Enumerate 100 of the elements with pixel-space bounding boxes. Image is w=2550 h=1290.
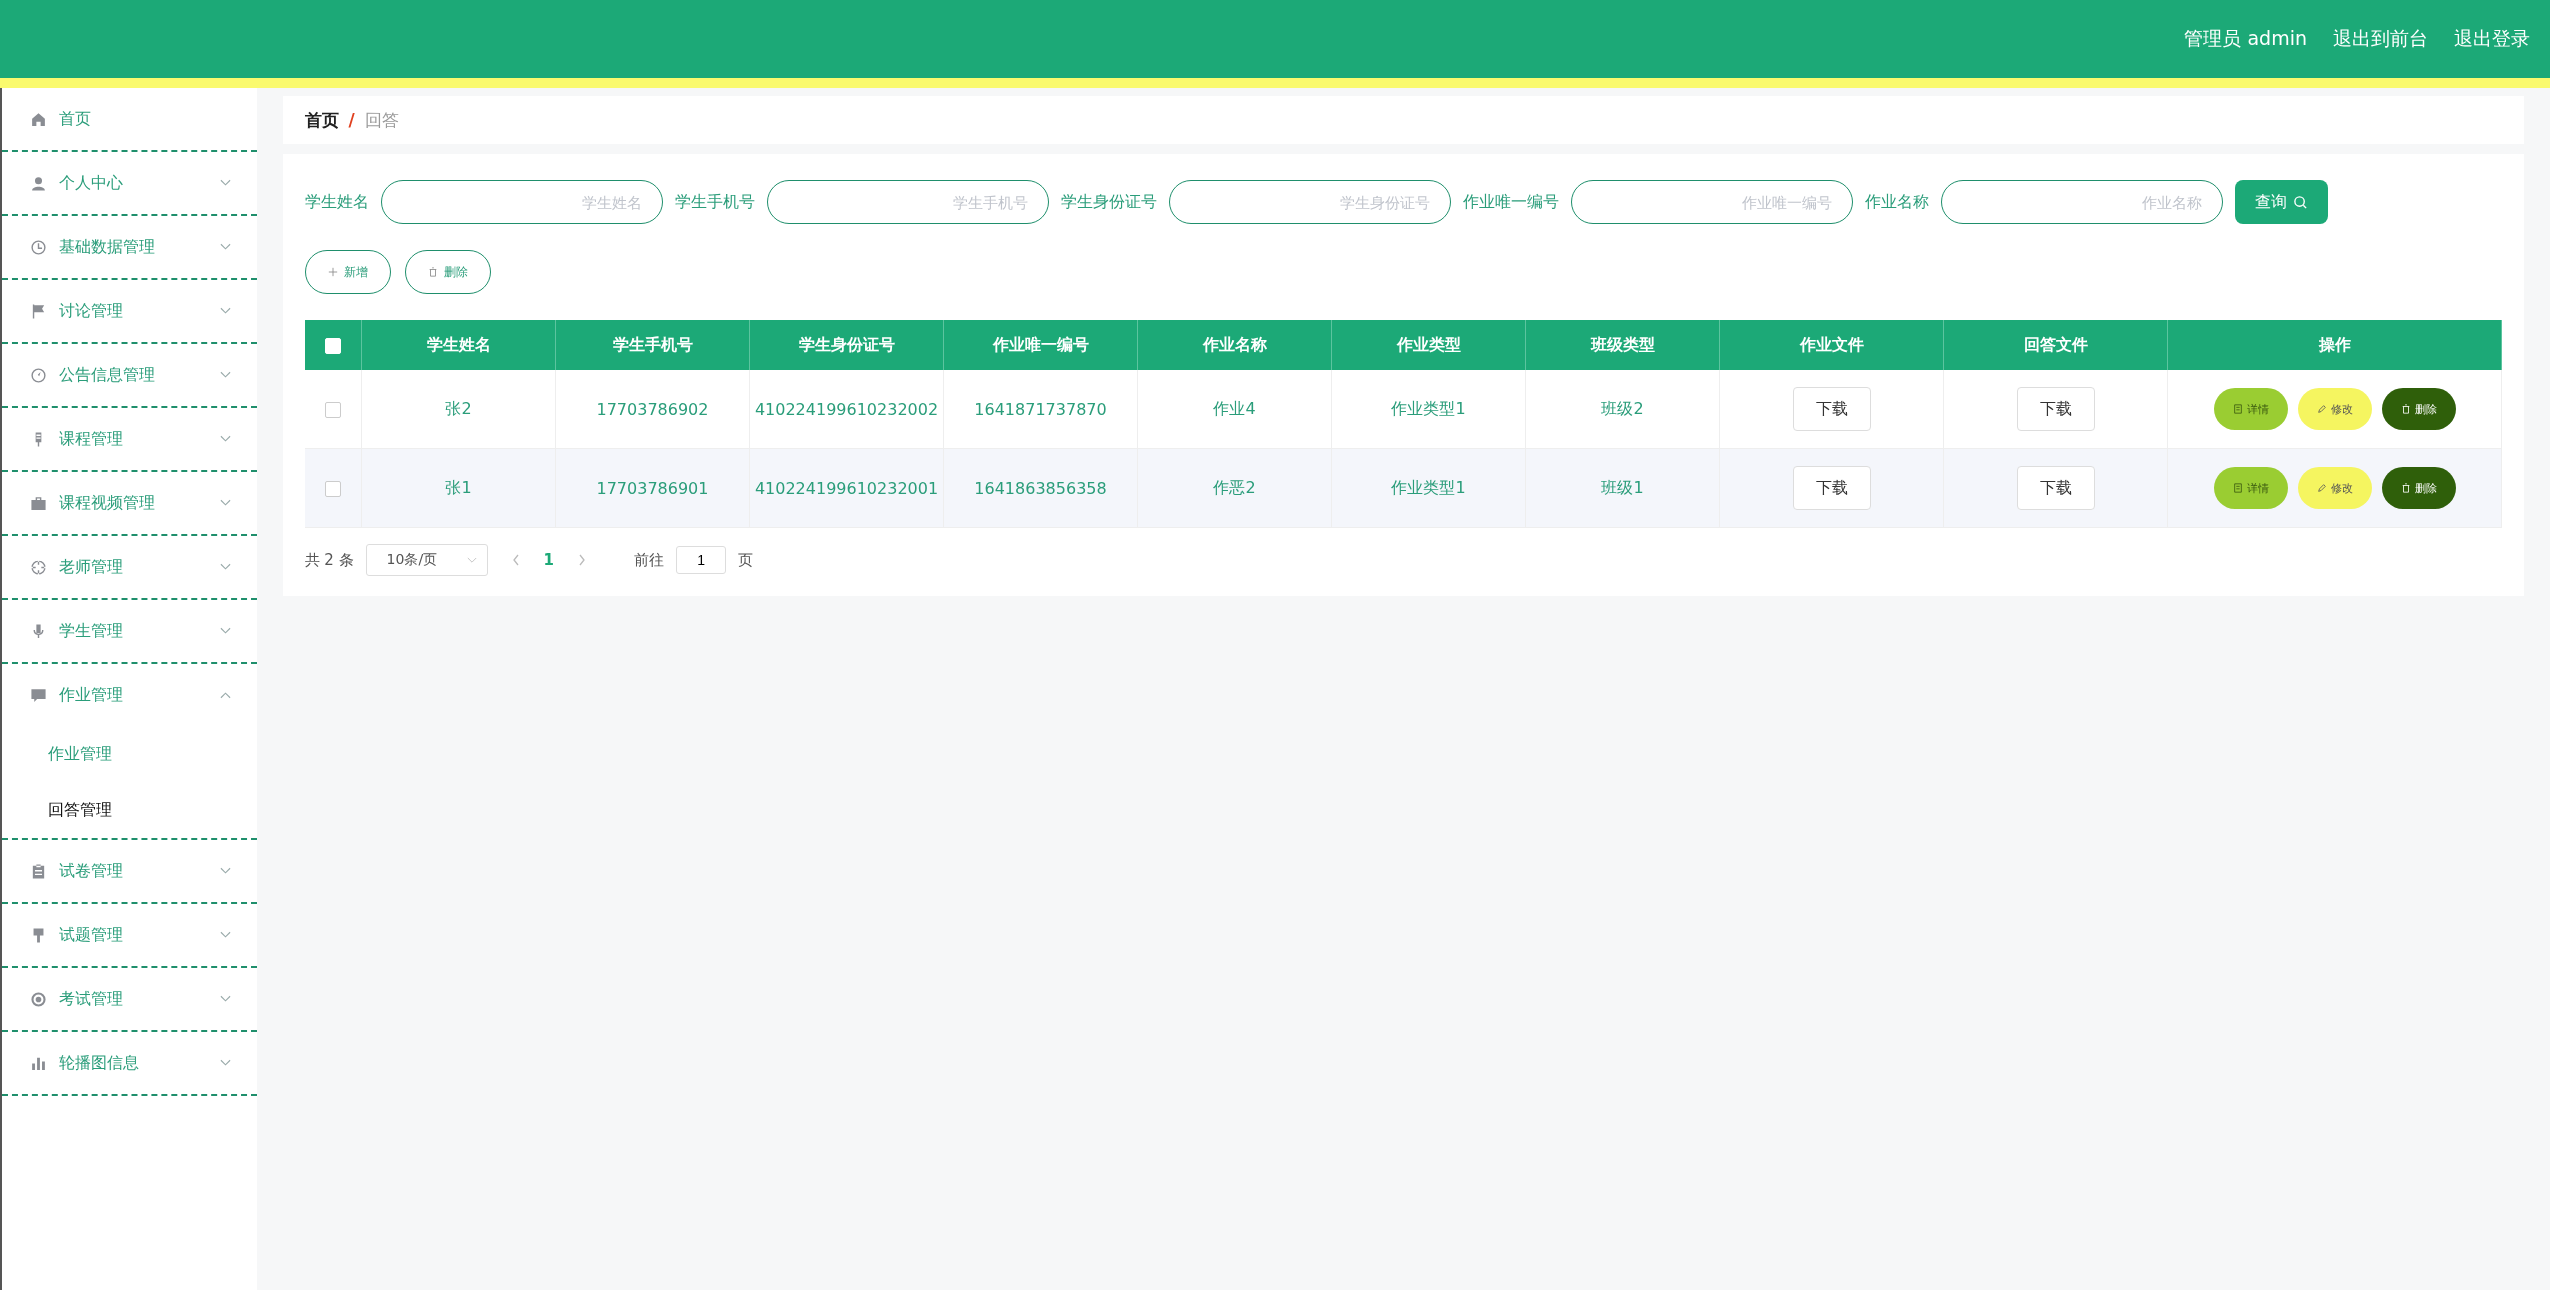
table-cell: 作业类型1 (1331, 370, 1526, 449)
chevron-down-icon (219, 563, 231, 571)
delete-button[interactable]: 删除 (404, 250, 491, 294)
column-header: 操作 (2167, 320, 2502, 370)
plus-icon (327, 267, 338, 277)
menu-item[interactable]: 公告信息管理 (2, 344, 257, 406)
table-cell: 17703786902 (555, 370, 750, 449)
table-cell: 17703786901 (555, 448, 750, 528)
trash-icon (2400, 483, 2411, 493)
menu-item[interactable]: 首页 (2, 88, 257, 150)
page-size-select[interactable]: 10条/页 (365, 544, 488, 576)
menu-item[interactable]: 课程管理 (2, 408, 257, 470)
previous-page-icon[interactable] (511, 554, 520, 566)
menu-item[interactable]: 作业管理 (2, 664, 257, 726)
clock-icon (30, 238, 47, 256)
chevron-up-icon (219, 691, 231, 699)
table-cell: 张1 (361, 448, 556, 528)
page-number[interactable]: 1 (543, 551, 555, 569)
row-checkbox[interactable] (324, 402, 341, 418)
home-icon (30, 110, 47, 128)
header-link[interactable]: 退出登录 (2454, 26, 2530, 52)
trash-icon (427, 267, 438, 277)
menu-item[interactable]: 讨论管理 (2, 280, 257, 342)
menu-item[interactable]: 试卷管理 (2, 840, 257, 902)
menu-item[interactable]: 基础数据管理 (2, 216, 257, 278)
field-label: 作业名称 (1864, 191, 1929, 213)
chevron-down-icon (219, 371, 231, 379)
column-header: 作业名称 (1137, 320, 1332, 370)
edit-button[interactable]: 修改 (2297, 388, 2372, 430)
chevron-down-icon (219, 243, 231, 251)
chevron-down-icon (219, 179, 231, 187)
column-header: 学生手机号 (555, 320, 750, 370)
table-cell: 张2 (361, 370, 556, 449)
briefcase-icon (30, 494, 47, 512)
field-label: 学生姓名 (304, 191, 369, 213)
chat-icon (30, 686, 47, 704)
pencil-icon (2316, 483, 2327, 493)
menu-item[interactable]: 老师管理 (2, 536, 257, 598)
menu-item[interactable]: 考试管理 (2, 968, 257, 1030)
field-label: 学生身份证号 (1060, 191, 1157, 213)
table-cell: 410224199610232002 (749, 370, 944, 449)
next-page-icon[interactable] (578, 554, 587, 566)
chevron-down-icon (219, 995, 231, 1003)
pencil-icon (2316, 404, 2327, 414)
document-icon (2232, 483, 2243, 493)
table-cell: 班级2 (1525, 370, 1720, 449)
header-link[interactable]: 退出到前台 (2333, 26, 2428, 52)
search-icon (2292, 194, 2308, 210)
crosshair-icon (30, 558, 47, 576)
column-header: 班级类型 (1525, 320, 1720, 370)
delete-button[interactable]: 删除 (2381, 467, 2456, 509)
select-all-checkbox[interactable] (324, 338, 341, 354)
delete-button[interactable]: 删除 (2381, 388, 2456, 430)
table-cell: 班级1 (1525, 448, 1720, 528)
search-field[interactable]: 学生姓名 (380, 180, 663, 224)
menu-item[interactable]: 个人中心 (2, 152, 257, 214)
document-icon (2232, 404, 2243, 414)
add-button[interactable]: 新增 (304, 250, 391, 294)
download-button[interactable]: 下载 (2016, 466, 2095, 510)
search-button[interactable]: 查询 (2234, 180, 2328, 224)
menu-item[interactable]: 轮播图信息 (2, 1032, 257, 1094)
ring-icon (30, 990, 47, 1008)
clipboard-icon (30, 862, 47, 880)
trash-icon (2400, 404, 2411, 414)
row-checkbox[interactable] (324, 481, 341, 497)
table-cell: 作恶2 (1137, 448, 1332, 528)
header-link[interactable]: 管理员 admin (2184, 26, 2307, 52)
chevron-down-icon (466, 556, 477, 564)
table-cell: 410224199610232001 (749, 448, 944, 528)
table-cell: 作业类型1 (1331, 448, 1526, 528)
chevron-down-icon (219, 1059, 231, 1067)
breadcrumb-home[interactable]: 首页 (304, 108, 339, 132)
chevron-down-icon (219, 307, 231, 315)
menu-item[interactable]: 课程视频管理 (2, 472, 257, 534)
download-button[interactable]: 下载 (1792, 387, 1871, 431)
search-field[interactable]: 学生手机号 (766, 180, 1049, 224)
search-field[interactable]: 作业名称 (1940, 180, 2223, 224)
column-header: 作业唯一编号 (943, 320, 1138, 370)
detail-button[interactable]: 详情 (2213, 467, 2288, 509)
field-label: 学生手机号 (674, 191, 755, 213)
table-cell: 1641871737870 (943, 370, 1138, 449)
flag-icon (30, 302, 47, 320)
download-button[interactable]: 下载 (2016, 387, 2095, 431)
detail-button[interactable]: 详情 (2213, 388, 2288, 430)
submenu-item[interactable]: 回答管理 (2, 782, 257, 838)
breadcrumb-current: 回答 (364, 108, 399, 132)
goto-label: 前往 (634, 550, 665, 570)
column-header: 学生身份证号 (749, 320, 944, 370)
table-cell: 1641863856358 (943, 448, 1138, 528)
column-header: 作业文件 (1719, 320, 1944, 370)
column-header: 回答文件 (1943, 320, 2168, 370)
download-button[interactable]: 下载 (1792, 466, 1871, 510)
menu-item[interactable]: 学生管理 (2, 600, 257, 662)
submenu-item[interactable]: 作业管理 (2, 726, 257, 782)
chevron-down-icon (219, 499, 231, 507)
user-icon (30, 174, 47, 192)
page-input[interactable]: 1 (676, 546, 727, 574)
edit-button[interactable]: 修改 (2297, 467, 2372, 509)
search-field[interactable]: 学生身份证号 (1168, 180, 1451, 224)
menu-item[interactable]: 试题管理 (2, 904, 257, 966)
